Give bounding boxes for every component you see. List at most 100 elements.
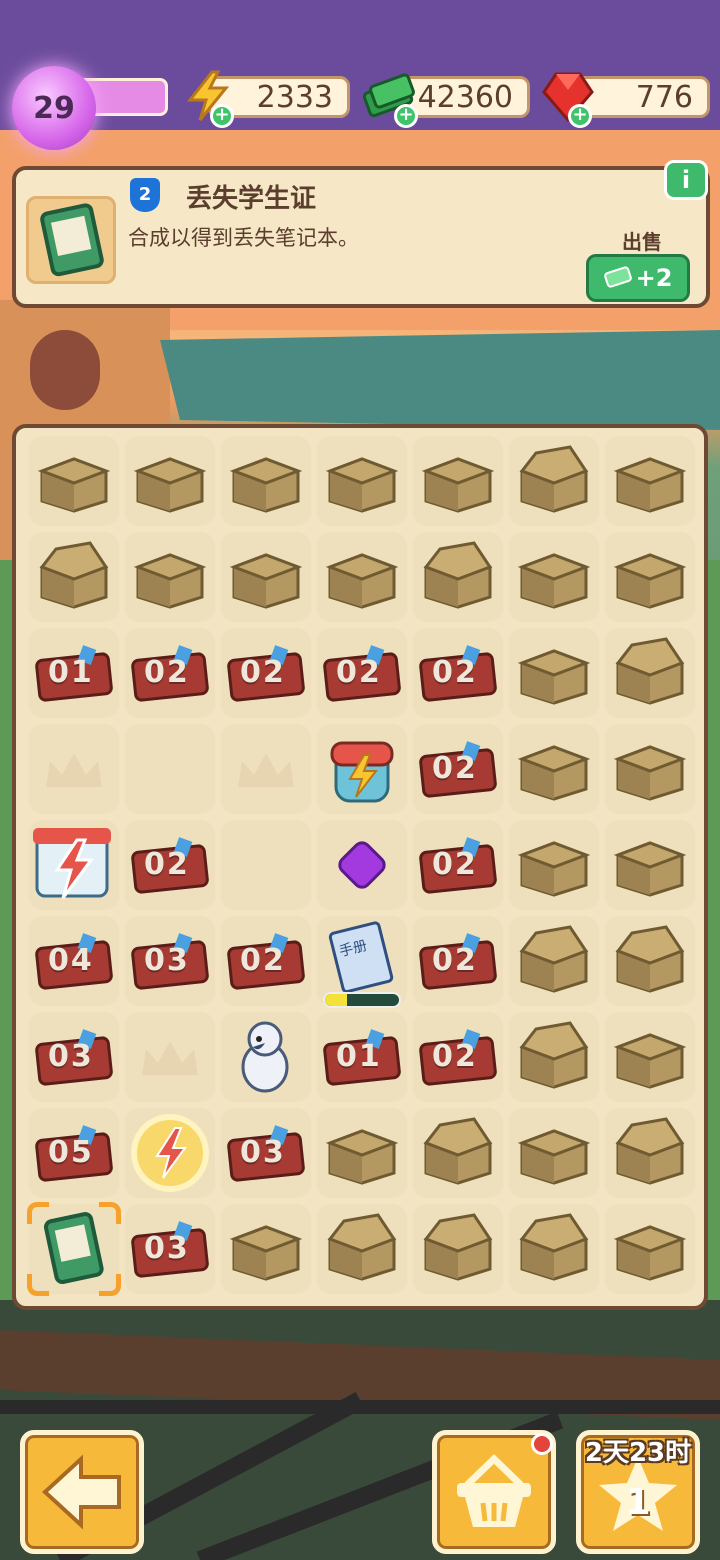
add-gems-icon[interactable]: + [568,104,592,128]
cardboard-box-tile[interactable] [125,532,215,622]
level-gem-icon[interactable]: 29 [12,66,96,150]
back-button[interactable] [20,1430,144,1554]
cardboard-box-tile[interactable] [413,532,503,622]
box-icon [516,1213,592,1285]
ticket-tile[interactable]: 03 [125,916,215,1006]
cardboard-box-tile[interactable] [221,436,311,526]
gem-counter[interactable]: 776 [574,76,710,118]
energy-store-tile[interactable] [29,820,119,910]
box-icon [612,1117,688,1189]
cardboard-box-tile[interactable] [317,436,407,526]
ticket-tile[interactable]: 04 [29,916,119,1006]
star-count: 1 [625,1482,651,1523]
parrot-tile[interactable] [221,1012,311,1102]
item-level-badge: 2 [130,178,160,212]
box-icon [420,541,496,613]
cardboard-box-tile[interactable] [509,532,599,622]
ticket-icon: 01 [322,1029,402,1086]
box-icon [516,1117,592,1189]
energy-store-icon [33,828,111,899]
box-icon [516,829,592,901]
cardboard-box-tile[interactable] [413,1108,503,1198]
cardboard-box-tile[interactable] [605,628,695,718]
ticket-tile[interactable]: 02 [413,820,503,910]
cardboard-box-tile[interactable] [605,436,695,526]
info-icon[interactable]: i [664,160,708,200]
purple-gem-tile[interactable] [317,820,407,910]
cardboard-box-tile[interactable] [509,1204,599,1294]
cardboard-box-tile[interactable] [605,1108,695,1198]
lotus-icon [142,1041,198,1075]
ticket-tile[interactable]: 01 [317,1012,407,1102]
cardboard-box-tile[interactable] [413,1204,503,1294]
cardboard-box-tile[interactable] [605,916,695,1006]
ticket-tile[interactable]: 03 [125,1204,215,1294]
ticket-level: 02 [432,751,478,786]
ticket-tile[interactable]: 02 [125,820,215,910]
cardboard-box-tile[interactable] [605,532,695,622]
ticket-tile[interactable]: 02 [317,628,407,718]
cardboard-box-tile[interactable] [605,1204,695,1294]
handbook-progress-fill [325,994,348,1006]
ticket-icon: 02 [226,933,306,990]
cardboard-box-tile[interactable] [509,628,599,718]
cardboard-box-tile[interactable] [317,1204,407,1294]
ticket-icon: 03 [34,1029,114,1086]
ticket-level: 02 [144,655,190,690]
ticket-tile[interactable]: 02 [413,916,503,1006]
cardboard-box-tile[interactable] [317,532,407,622]
ticket-level: 02 [336,655,382,690]
ticket-icon: 03 [130,933,210,990]
cardboard-box-tile[interactable] [509,916,599,1006]
ticket-tile[interactable]: 02 [413,628,503,718]
basket-button[interactable] [432,1430,556,1554]
energy-orb-tile[interactable] [125,1108,215,1198]
ticket-tile[interactable]: 02 [221,628,311,718]
cardboard-box-tile[interactable] [509,1012,599,1102]
ticket-tile[interactable]: 05 [29,1108,119,1198]
cardboard-box-tile[interactable] [509,724,599,814]
ticket-icon: 02 [418,933,498,990]
ticket-icon: 02 [130,837,210,894]
student-id-tile[interactable] [27,1202,121,1296]
cardboard-box-tile[interactable] [605,724,695,814]
ticket-icon: 01 [34,645,114,702]
add-energy-icon[interactable]: + [210,104,234,128]
cardboard-box-tile[interactable] [605,1012,695,1102]
add-cash-icon[interactable]: + [394,104,418,128]
ticket-icon: 02 [130,645,210,702]
ticket-tile[interactable]: 03 [221,1108,311,1198]
box-icon [612,445,688,517]
cash-icon [603,266,632,288]
cardboard-box-tile[interactable] [29,436,119,526]
cardboard-box-tile[interactable] [413,436,503,526]
ticket-tile[interactable]: 02 [221,916,311,1006]
energy-backpack-tile[interactable] [317,724,407,814]
box-icon [228,1213,304,1285]
ticket-tile[interactable]: 01 [29,628,119,718]
cardboard-box-tile[interactable] [605,820,695,910]
box-icon [612,829,688,901]
ticket-tile[interactable]: 03 [29,1012,119,1102]
ticket-tile[interactable]: 02 [125,628,215,718]
resource-bar: 29 2333 + 42360 + 776 + [0,62,720,150]
cardboard-box-tile[interactable] [509,820,599,910]
cardboard-box-tile[interactable] [509,1108,599,1198]
empty-cell [125,724,215,814]
cardboard-box-tile[interactable] [509,436,599,526]
sell-value: +2 [635,264,673,292]
cardboard-box-tile[interactable] [317,1108,407,1198]
handbook-tile[interactable]: 手册 [317,916,407,1008]
sell-button[interactable]: +2 [586,254,690,302]
level-number: 29 [33,90,75,126]
box-icon [420,1117,496,1189]
ticket-tile[interactable]: 02 [413,1012,503,1102]
ticket-level: 03 [144,943,190,978]
cardboard-box-tile[interactable] [221,532,311,622]
cardboard-box-tile[interactable] [221,1204,311,1294]
cardboard-box-tile[interactable] [125,436,215,526]
box-icon [324,541,400,613]
cardboard-box-tile[interactable] [29,532,119,622]
selection-bracket [27,1274,49,1296]
ticket-tile[interactable]: 02 [413,724,503,814]
